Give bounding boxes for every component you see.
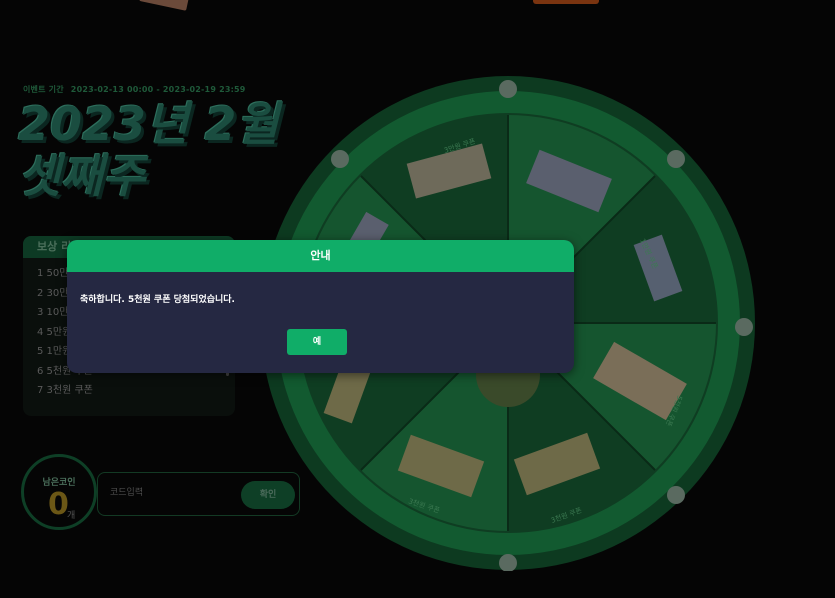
modal-title: 안내 xyxy=(67,240,574,272)
notice-modal: 안내 축하합니다. 5천원 쿠폰 당첨되었습니다. 예 xyxy=(67,240,574,373)
modal-message: 축하합니다. 5천원 쿠폰 당첨되었습니다. xyxy=(80,295,235,305)
event-page: 이벤트 기간 2023-02-13 00:00 - 2023-02-19 23:… xyxy=(0,0,835,598)
modal-ok-button[interactable]: 예 xyxy=(287,329,347,355)
